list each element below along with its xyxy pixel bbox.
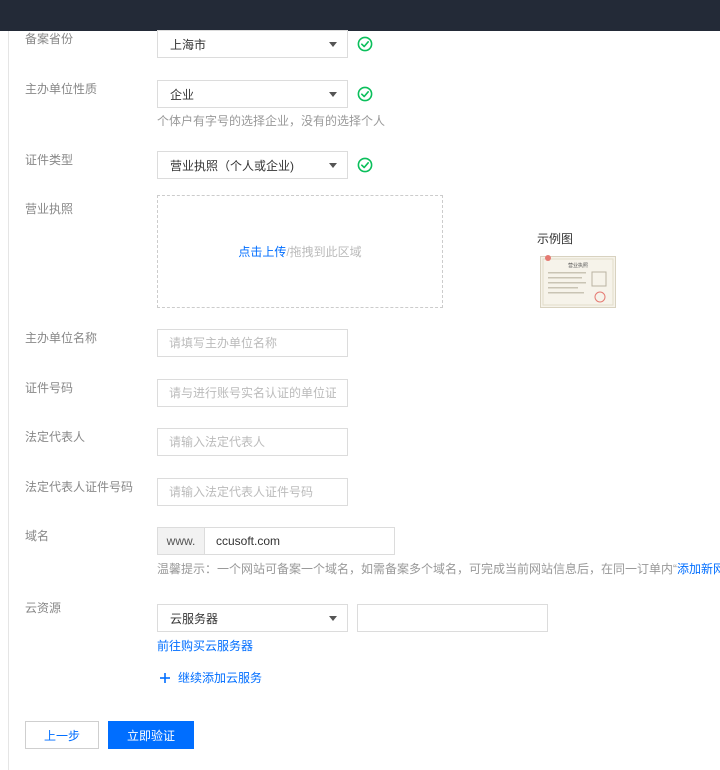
domain-tip-text: 温馨提示：一个网站可备案一个域名，如需备案多个域名，可完成当前网站信息后，在同一… bbox=[157, 562, 677, 576]
cert-type-select[interactable]: 营业执照（个人或企业) bbox=[157, 151, 348, 179]
business-license-label: 营业执照 bbox=[25, 202, 74, 216]
top-navigation-bar bbox=[0, 0, 720, 31]
sample-image-title: 营业执照 bbox=[568, 262, 588, 269]
check-circle-icon bbox=[357, 36, 373, 52]
check-circle-icon bbox=[357, 86, 373, 102]
legal-rep-label: 法定代表人 bbox=[25, 430, 86, 444]
add-new-website-link[interactable]: 添加新网站 bbox=[677, 562, 720, 576]
org-nature-hint: 个体户有字号的选择企业，没有的选择个人 bbox=[157, 114, 386, 128]
cert-type-label: 证件类型 bbox=[25, 153, 74, 167]
plus-icon bbox=[160, 673, 170, 683]
check-circle-icon bbox=[357, 157, 373, 173]
buy-cloud-server-link[interactable]: 前往购买云服务器 bbox=[157, 638, 253, 654]
business-license-sample-image: 营业执照 bbox=[540, 255, 616, 308]
cloud-instance-input[interactable] bbox=[357, 604, 548, 632]
org-nature-label: 主办单位性质 bbox=[25, 82, 98, 96]
domain-label: 域名 bbox=[25, 529, 50, 543]
chevron-down-icon bbox=[329, 42, 337, 47]
upload-link[interactable]: 点击上传 bbox=[238, 245, 286, 259]
legal-rep-id-label: 法定代表人证件号码 bbox=[25, 480, 134, 494]
left-divider bbox=[8, 31, 9, 770]
org-nature-select-value: 企业 bbox=[170, 88, 195, 102]
domain-tip: 温馨提示：一个网站可备案一个域名，如需备案多个域名，可完成当前网站信息后，在同一… bbox=[157, 561, 720, 577]
cloud-resource-label: 云资源 bbox=[25, 601, 62, 615]
org-name-input[interactable] bbox=[157, 329, 348, 357]
org-nature-select[interactable]: 企业 bbox=[157, 80, 348, 108]
chevron-down-icon bbox=[329, 163, 337, 168]
cloud-type-select[interactable]: 云服务器 bbox=[157, 604, 348, 632]
cert-type-select-value: 营业执照（个人或企业) bbox=[170, 159, 294, 173]
cert-number-input[interactable] bbox=[157, 379, 348, 407]
chevron-down-icon bbox=[329, 92, 337, 97]
province-label: 备案省份 bbox=[25, 32, 74, 46]
license-upload-dropzone[interactable]: 点击上传/拖拽到此区域 bbox=[157, 195, 443, 308]
legal-rep-input[interactable] bbox=[157, 428, 348, 456]
upload-drag-text: /拖拽到此区域 bbox=[286, 245, 362, 259]
chevron-down-icon bbox=[329, 616, 337, 621]
verify-now-button[interactable]: 立即验证 bbox=[108, 721, 194, 749]
previous-step-button[interactable]: 上一步 bbox=[25, 721, 99, 749]
province-select[interactable]: 上海市 bbox=[157, 30, 348, 58]
add-cloud-service-label: 继续添加云服务 bbox=[178, 671, 263, 685]
domain-input[interactable] bbox=[206, 528, 394, 554]
cert-number-label: 证件号码 bbox=[25, 381, 74, 395]
cloud-type-select-value: 云服务器 bbox=[170, 612, 219, 626]
legal-rep-id-input[interactable] bbox=[157, 478, 348, 506]
upload-instructions: 点击上传/拖拽到此区域 bbox=[158, 244, 442, 260]
org-name-label: 主办单位名称 bbox=[25, 331, 98, 345]
domain-field: www. bbox=[157, 527, 395, 555]
domain-prefix: www. bbox=[158, 528, 205, 554]
example-title: 示例图 bbox=[537, 232, 574, 246]
province-select-value: 上海市 bbox=[170, 38, 207, 52]
